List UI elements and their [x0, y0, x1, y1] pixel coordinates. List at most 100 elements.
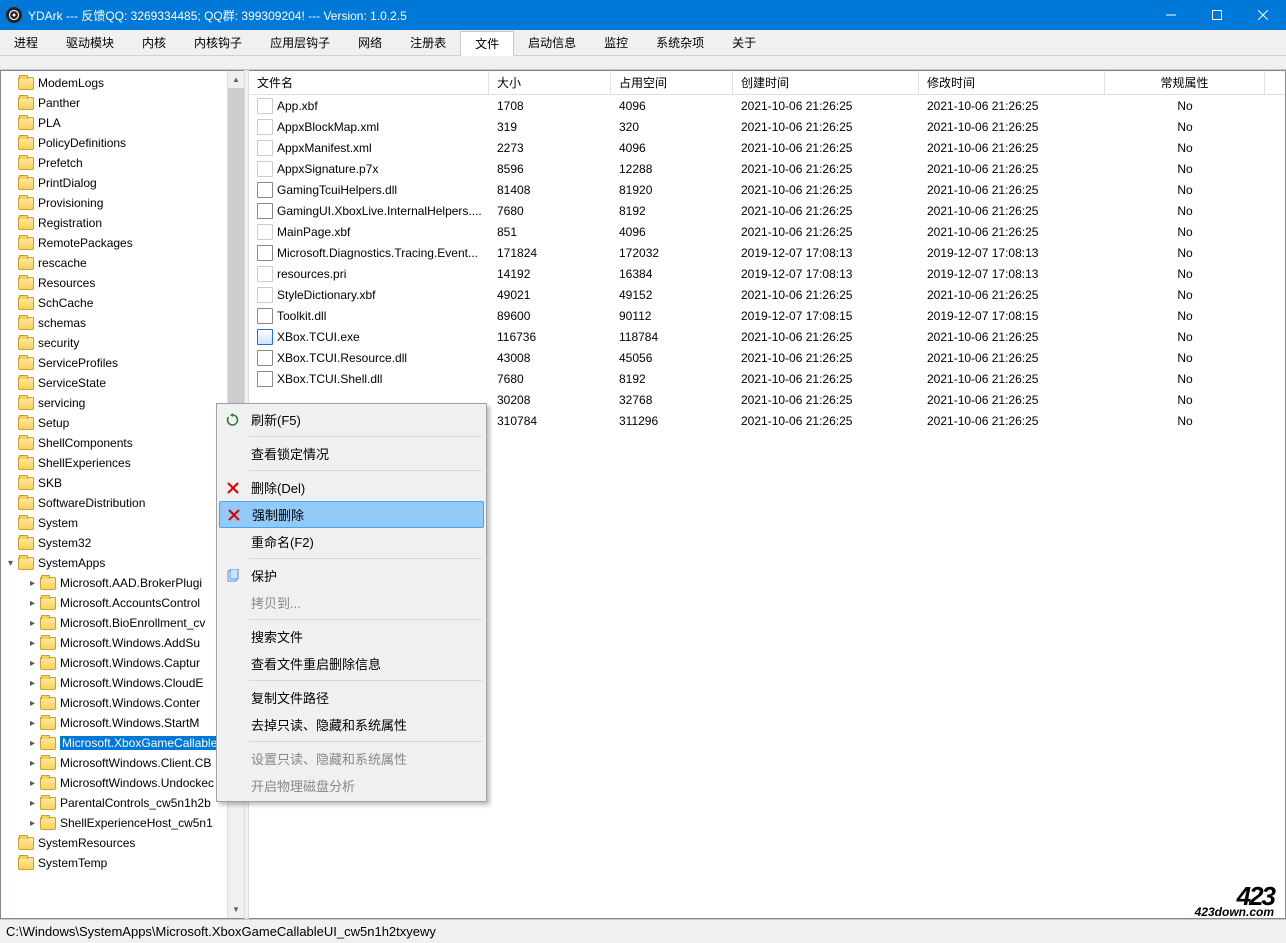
context-menu-item[interactable]: 查看文件重启删除信息	[219, 650, 484, 677]
column-header[interactable]: 文件名	[249, 71, 489, 94]
tree-node[interactable]: ▸Microsoft.Windows.AddSu	[1, 633, 244, 653]
tree-node[interactable]: ServiceState	[1, 373, 244, 393]
tree-node[interactable]: ▸ParentalControls_cw5n1h2b	[1, 793, 244, 813]
expand-icon[interactable]: ▸	[27, 698, 38, 709]
leaf-icon[interactable]	[5, 458, 16, 469]
menu-11[interactable]: 关于	[718, 30, 770, 55]
context-menu-item[interactable]: 刷新(F5)	[219, 406, 484, 433]
menu-3[interactable]: 内核钩子	[180, 30, 256, 55]
leaf-icon[interactable]	[5, 378, 16, 389]
leaf-icon[interactable]	[5, 278, 16, 289]
menu-5[interactable]: 网络	[344, 30, 396, 55]
leaf-icon[interactable]	[5, 138, 16, 149]
tree-node[interactable]: PrintDialog	[1, 173, 244, 193]
context-menu-item[interactable]: 保护	[219, 562, 484, 589]
table-row[interactable]: AppxManifest.xml227340962021-10-06 21:26…	[249, 137, 1285, 158]
table-row[interactable]: AppxBlockMap.xml3193202021-10-06 21:26:2…	[249, 116, 1285, 137]
tree-node[interactable]: ▸MicrosoftWindows.Undockec	[1, 773, 244, 793]
leaf-icon[interactable]	[5, 478, 16, 489]
table-row[interactable]: XBox.TCUI.Shell.dll768081922021-10-06 21…	[249, 368, 1285, 389]
menu-1[interactable]: 驱动模块	[52, 30, 128, 55]
tree-node[interactable]: ▸Microsoft.XboxGameCallable	[1, 733, 244, 753]
menu-7[interactable]: 文件	[460, 31, 514, 56]
tree-node[interactable]: System32	[1, 533, 244, 553]
context-menu-item[interactable]: 查看锁定情况	[219, 440, 484, 467]
leaf-icon[interactable]	[5, 838, 16, 849]
tree-node[interactable]: ▸Microsoft.Windows.Captur	[1, 653, 244, 673]
context-menu-item[interactable]: 搜索文件	[219, 623, 484, 650]
leaf-icon[interactable]	[5, 398, 16, 409]
menu-6[interactable]: 注册表	[396, 30, 460, 55]
tree-node[interactable]: ShellExperiences	[1, 453, 244, 473]
leaf-icon[interactable]	[5, 318, 16, 329]
close-button[interactable]	[1240, 0, 1286, 30]
scroll-up-arrow[interactable]: ▲	[228, 71, 244, 88]
tree-node[interactable]: Panther	[1, 93, 244, 113]
column-header[interactable]: 占用空间	[611, 71, 733, 94]
leaf-icon[interactable]	[5, 858, 16, 869]
leaf-icon[interactable]	[5, 158, 16, 169]
table-row[interactable]: AppxSignature.p7x8596122882021-10-06 21:…	[249, 158, 1285, 179]
expand-icon[interactable]: ▸	[27, 578, 38, 589]
expand-icon[interactable]: ▸	[27, 718, 38, 729]
leaf-icon[interactable]	[5, 498, 16, 509]
tree-node[interactable]: Registration	[1, 213, 244, 233]
expand-icon[interactable]: ▸	[27, 658, 38, 669]
column-header[interactable]: 修改时间	[919, 71, 1105, 94]
table-row[interactable]: GamingUI.XboxLive.InternalHelpers....768…	[249, 200, 1285, 221]
expand-icon[interactable]: ▸	[27, 818, 38, 829]
tree-node[interactable]: ▸ShellExperienceHost_cw5n1	[1, 813, 244, 833]
column-header[interactable]: 大小	[489, 71, 611, 94]
tree-node[interactable]: PLA	[1, 113, 244, 133]
tree-node[interactable]: ModemLogs	[1, 73, 244, 93]
minimize-button[interactable]	[1148, 0, 1194, 30]
tree-node[interactable]: SoftwareDistribution	[1, 493, 244, 513]
expand-icon[interactable]: ▸	[27, 678, 38, 689]
tree-node[interactable]: rescache	[1, 253, 244, 273]
tree-node[interactable]: Setup	[1, 413, 244, 433]
tree-node[interactable]: Resources	[1, 273, 244, 293]
tree-node[interactable]: ▸MicrosoftWindows.Client.CB	[1, 753, 244, 773]
tree-node[interactable]: security	[1, 333, 244, 353]
leaf-icon[interactable]	[5, 518, 16, 529]
context-menu-item[interactable]: 重命名(F2)	[219, 528, 484, 555]
collapse-icon[interactable]: ▾	[5, 558, 16, 569]
leaf-icon[interactable]	[5, 198, 16, 209]
tree-node[interactable]: ▸Microsoft.AccountsControl	[1, 593, 244, 613]
tree-node[interactable]: SystemResources	[1, 833, 244, 853]
context-menu-item[interactable]: 复制文件路径	[219, 684, 484, 711]
expand-icon[interactable]: ▸	[27, 798, 38, 809]
menu-2[interactable]: 内核	[128, 30, 180, 55]
tree-node[interactable]: ▾SystemApps	[1, 553, 244, 573]
tree-node[interactable]: RemotePackages	[1, 233, 244, 253]
tree-node[interactable]: Prefetch	[1, 153, 244, 173]
table-row[interactable]: MainPage.xbf85140962021-10-06 21:26:2520…	[249, 221, 1285, 242]
context-menu-item[interactable]: 删除(Del)	[219, 474, 484, 501]
expand-icon[interactable]: ▸	[27, 738, 38, 749]
scroll-down-arrow[interactable]: ▼	[228, 901, 244, 918]
tree-node[interactable]: SKB	[1, 473, 244, 493]
leaf-icon[interactable]	[5, 238, 16, 249]
leaf-icon[interactable]	[5, 438, 16, 449]
table-row[interactable]: Toolkit.dll89600901122019-12-07 17:08:15…	[249, 305, 1285, 326]
tree-node[interactable]: SchCache	[1, 293, 244, 313]
menu-10[interactable]: 系统杂项	[642, 30, 718, 55]
leaf-icon[interactable]	[5, 338, 16, 349]
tree-node[interactable]: ▸Microsoft.AAD.BrokerPlugi	[1, 573, 244, 593]
table-row[interactable]: XBox.TCUI.Resource.dll43008450562021-10-…	[249, 347, 1285, 368]
leaf-icon[interactable]	[5, 418, 16, 429]
tree-node[interactable]: ServiceProfiles	[1, 353, 244, 373]
leaf-icon[interactable]	[5, 118, 16, 129]
leaf-icon[interactable]	[5, 178, 16, 189]
tree-node[interactable]: ▸Microsoft.Windows.CloudE	[1, 673, 244, 693]
tree-node[interactable]: PolicyDefinitions	[1, 133, 244, 153]
leaf-icon[interactable]	[5, 298, 16, 309]
tree-node[interactable]: schemas	[1, 313, 244, 333]
expand-icon[interactable]: ▸	[27, 758, 38, 769]
maximize-button[interactable]	[1194, 0, 1240, 30]
table-row[interactable]: StyleDictionary.xbf49021491522021-10-06 …	[249, 284, 1285, 305]
menu-4[interactable]: 应用层钩子	[256, 30, 344, 55]
table-row[interactable]: resources.pri14192163842019-12-07 17:08:…	[249, 263, 1285, 284]
leaf-icon[interactable]	[5, 538, 16, 549]
tree-node[interactable]: ▸Microsoft.BioEnrollment_cv	[1, 613, 244, 633]
